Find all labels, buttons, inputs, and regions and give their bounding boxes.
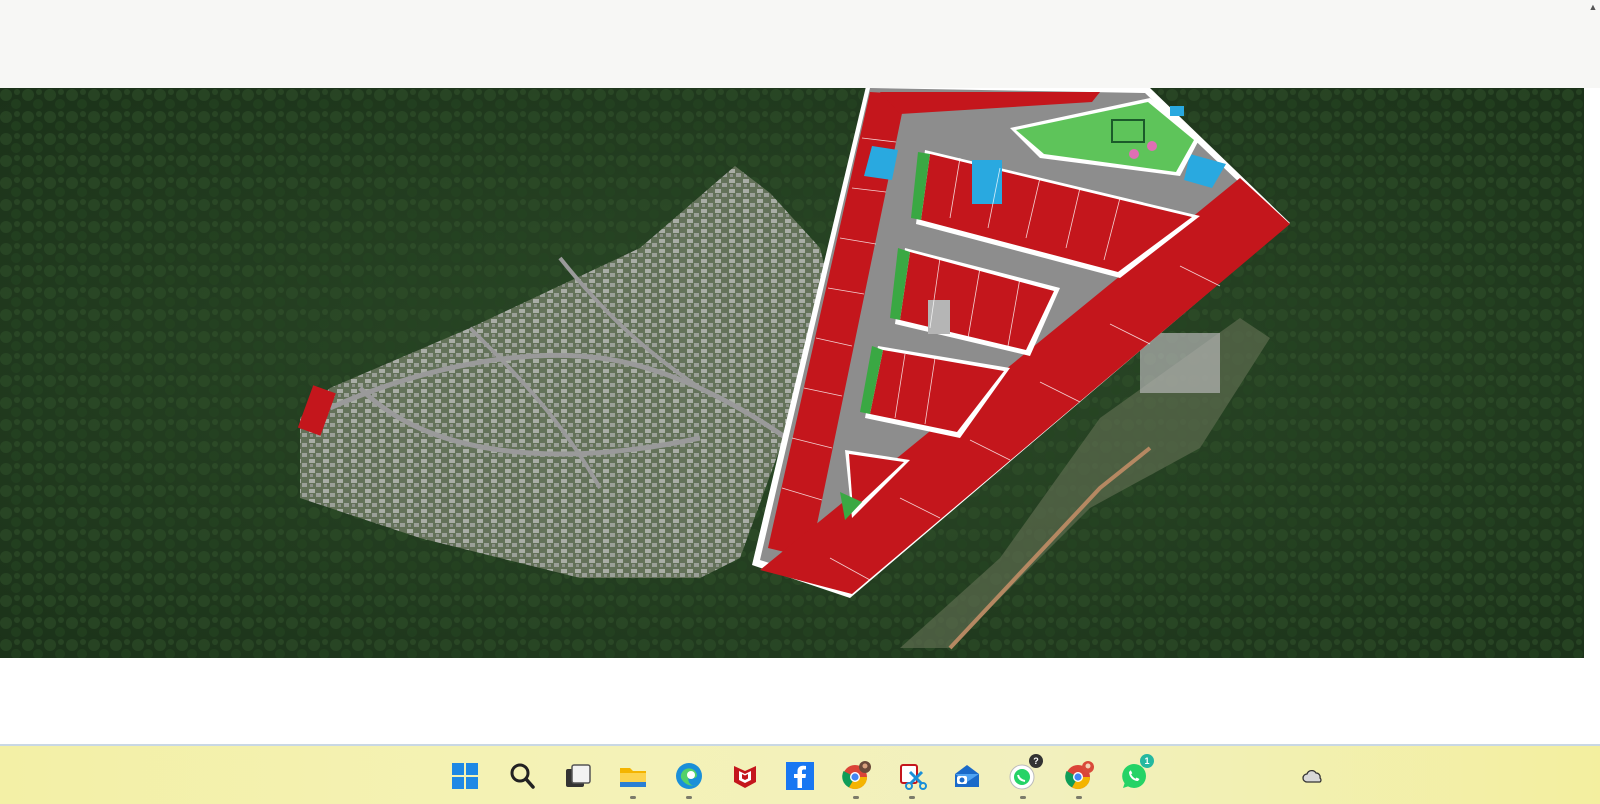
scroll-up-arrow-icon[interactable]: ▲ bbox=[1588, 2, 1598, 12]
task-view-icon[interactable] bbox=[562, 760, 594, 792]
facebook-icon[interactable] bbox=[784, 760, 816, 792]
snipping-tool-icon[interactable] bbox=[896, 760, 928, 799]
whatsapp-unread-badge: 1 bbox=[1140, 754, 1154, 768]
file-explorer-icon[interactable] bbox=[617, 760, 649, 799]
page-scrollbar[interactable] bbox=[1584, 88, 1600, 748]
browser-page-header bbox=[0, 0, 1600, 88]
windows-taskbar: ? 1 bbox=[0, 746, 1600, 804]
search-icon[interactable] bbox=[506, 760, 538, 792]
subdivision-map-image bbox=[0, 88, 1584, 658]
whatsapp-icon[interactable]: 1 bbox=[1118, 754, 1154, 792]
edge-browser-icon[interactable] bbox=[673, 760, 705, 799]
mcafee-icon[interactable] bbox=[729, 760, 761, 792]
whatsapp-beta-icon[interactable]: ? bbox=[1007, 754, 1043, 799]
windows-start-icon[interactable] bbox=[449, 760, 481, 792]
page-blank-area bbox=[0, 658, 1584, 744]
chrome-icon[interactable] bbox=[1063, 760, 1095, 799]
onedrive-cloud-icon[interactable] bbox=[1302, 769, 1324, 784]
mail-icon[interactable] bbox=[951, 760, 983, 792]
whatsapp-beta-badge: ? bbox=[1029, 754, 1043, 768]
chrome-profile-icon[interactable] bbox=[840, 760, 872, 799]
